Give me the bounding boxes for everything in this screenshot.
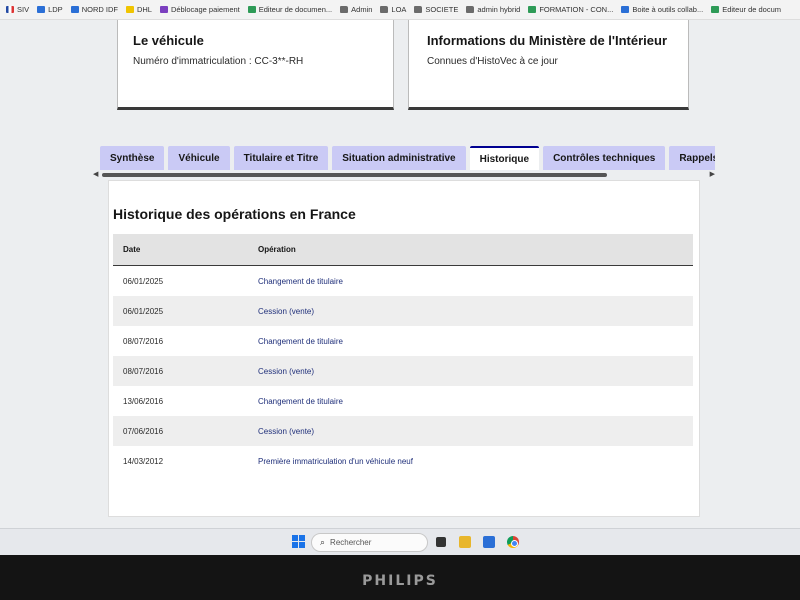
- row-date: 08/07/2016: [123, 366, 164, 376]
- row-date: 14/03/2012: [123, 456, 164, 466]
- column-header-date: Date: [123, 245, 141, 254]
- history-table: Date Opération 06/01/2025 Changement de t…: [113, 234, 693, 476]
- row-operation: Changement de titulaire: [258, 276, 343, 286]
- chrome-icon[interactable]: [507, 536, 519, 548]
- bookmark-icon: [528, 6, 537, 13]
- row-date: 13/06/2016: [123, 396, 164, 406]
- bookmark-label: Boite à outils collab...: [632, 5, 704, 14]
- bookmark-deblocage[interactable]: Déblocage paiement: [159, 5, 240, 14]
- bookmark-formation[interactable]: FORMATION - CON...: [528, 5, 613, 14]
- row-date: 07/06/2016: [123, 426, 164, 436]
- flag-icon: [6, 6, 14, 13]
- ministry-card: Informations du Ministère de l'Intérieur…: [408, 20, 689, 110]
- monitor-brand-logo: PHILIPS: [362, 573, 438, 589]
- tabs-scrollbar[interactable]: ◀ ▶: [93, 171, 715, 179]
- table-row: 08/07/2016 Cession (vente): [113, 356, 693, 386]
- ministry-card-subtitle: Connues d'HistoVec à ce jour: [427, 56, 558, 67]
- row-operation: Changement de titulaire: [258, 336, 343, 346]
- tab-situation-administrative[interactable]: Situation administrative: [332, 146, 466, 170]
- bookmark-editeur[interactable]: Editeur de documen...: [247, 5, 333, 14]
- folder-icon: [125, 6, 134, 13]
- bookmark-label: FORMATION - CON...: [539, 5, 614, 14]
- windows-start-icon[interactable]: [292, 535, 305, 548]
- bookmark-icon: [711, 6, 720, 13]
- bookmark-label: LOA: [391, 5, 407, 14]
- folder-icon: [414, 6, 423, 13]
- row-operation: Cession (vente): [258, 306, 315, 316]
- bookmark-dhl[interactable]: DHL: [125, 5, 152, 14]
- bookmark-admin-hybrid[interactable]: admin hybrid: [466, 5, 520, 14]
- bookmark-label: LDP: [48, 5, 63, 14]
- column-header-operation: Opération: [258, 245, 296, 254]
- bookmarks-bar: SIV LDP NORD IDF DHL Déblocage paiement …: [0, 0, 800, 20]
- bookmark-siv[interactable]: SIV: [6, 5, 29, 14]
- bookmark-loa[interactable]: LOA: [380, 5, 406, 14]
- bookmark-label: DHL: [136, 5, 152, 14]
- file-explorer-icon[interactable]: [459, 536, 471, 548]
- bookmark-admin[interactable]: Admin: [340, 5, 372, 14]
- bookmark-label: Admin: [351, 5, 373, 14]
- bookmark-icon: [621, 6, 630, 13]
- history-panel: Historique des opérations en France Date…: [108, 180, 700, 517]
- row-date: 08/07/2016: [123, 336, 164, 346]
- row-operation: Cession (vente): [258, 426, 315, 436]
- taskbar: ⌕ Rechercher: [0, 528, 800, 555]
- bookmark-label: Déblocage paiement: [170, 5, 240, 14]
- tab-historique[interactable]: Historique: [469, 146, 540, 170]
- scroll-left-icon[interactable]: ◀: [93, 171, 98, 179]
- task-view-icon[interactable]: [436, 537, 446, 547]
- table-row: 07/06/2016 Cession (vente): [113, 416, 693, 446]
- bookmark-boite-outils[interactable]: Boite à outils collab...: [621, 5, 703, 14]
- bookmark-icon: [37, 6, 46, 13]
- table-body: 06/01/2025 Changement de titulaire 06/01/…: [113, 266, 693, 476]
- scroll-thumb[interactable]: [102, 173, 607, 177]
- table-row: 08/07/2016 Changement de titulaire: [113, 326, 693, 356]
- table-header: Date Opération: [113, 234, 693, 266]
- bookmark-editeur-2[interactable]: Editeur de docum: [711, 5, 781, 14]
- table-row: 06/01/2025 Changement de titulaire: [113, 266, 693, 296]
- bookmark-label: NORD IDF: [81, 5, 118, 14]
- vehicle-card: Le véhicule Numéro d'immatriculation : C…: [117, 20, 394, 110]
- table-row: 14/03/2012 Première immatriculation d'un …: [113, 446, 693, 476]
- monitor-bezel: PHILIPS: [0, 555, 800, 600]
- plate-number: Numéro d'immatriculation : CC-3**-RH: [133, 56, 304, 67]
- bookmark-label: Editeur de docum: [722, 5, 782, 14]
- tab-vehicule[interactable]: Véhicule: [168, 146, 230, 170]
- vehicle-card-title: Le véhicule: [133, 33, 204, 48]
- taskbar-search-placeholder: Rechercher: [330, 538, 372, 547]
- bookmark-label: SOCIETE: [425, 5, 459, 14]
- tab-controles-techniques[interactable]: Contrôles techniques: [543, 146, 666, 170]
- taskbar-search-input[interactable]: ⌕ Rechercher: [311, 533, 428, 552]
- tab-bar: Synthèse Véhicule Titulaire et Titre Sit…: [100, 146, 715, 170]
- history-title: Historique des opérations en France: [113, 206, 356, 222]
- row-operation: Première immatriculation d'un véhicule n…: [258, 456, 413, 466]
- bookmark-nord-idf[interactable]: NORD IDF: [70, 5, 118, 14]
- row-date: 06/01/2025: [123, 306, 164, 316]
- bookmark-ldp[interactable]: LDP: [37, 5, 63, 14]
- row-operation: Cession (vente): [258, 366, 315, 376]
- bookmark-label: admin hybrid: [477, 5, 521, 14]
- search-icon: ⌕: [320, 537, 326, 547]
- row-date: 06/01/2025: [123, 276, 164, 286]
- scroll-right-icon[interactable]: ▶: [710, 171, 715, 179]
- folder-icon: [466, 6, 475, 13]
- table-row: 13/06/2016 Changement de titulaire: [113, 386, 693, 416]
- folder-icon: [380, 6, 389, 13]
- tab-rappels-constructeur[interactable]: Rappels constru: [669, 146, 715, 170]
- tab-synthese[interactable]: Synthèse: [100, 146, 165, 170]
- table-row: 06/01/2025 Cession (vente): [113, 296, 693, 326]
- row-operation: Changement de titulaire: [258, 396, 343, 406]
- bookmark-label: SIV: [17, 5, 30, 14]
- ministry-card-title: Informations du Ministère de l'Intérieur: [427, 33, 668, 48]
- screen: SIV LDP NORD IDF DHL Déblocage paiement …: [0, 0, 800, 555]
- store-icon[interactable]: [483, 536, 495, 548]
- tab-titulaire[interactable]: Titulaire et Titre: [233, 146, 329, 170]
- bookmark-icon: [70, 6, 79, 13]
- histovec-page: Le véhicule Numéro d'immatriculation : C…: [0, 20, 800, 535]
- bookmark-label: Editeur de documen...: [258, 5, 333, 14]
- bookmark-icon: [247, 6, 256, 13]
- bookmark-societe[interactable]: SOCIETE: [414, 5, 458, 14]
- bookmark-icon: [159, 6, 168, 13]
- folder-icon: [340, 6, 349, 13]
